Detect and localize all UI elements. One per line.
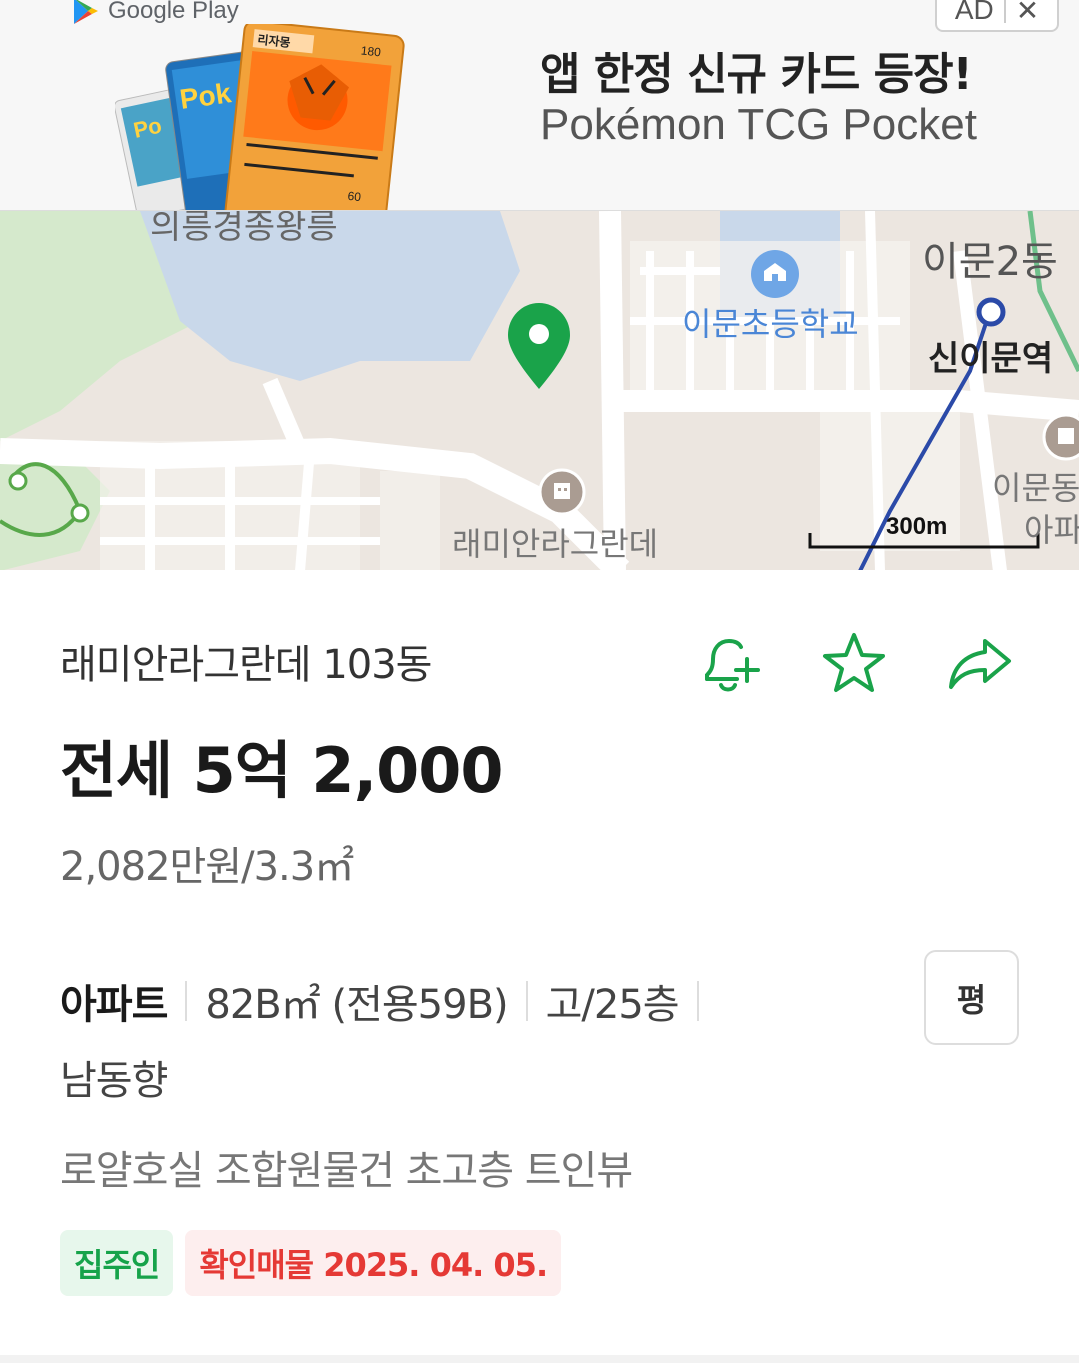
listing-detail: 래미안라그란데 103동 전세 5억 2,000 2,082만원/3.3㎡ 아파… [0,570,1079,1363]
ad-title[interactable]: 앱 한정 신규 카드 등장! [540,38,973,102]
map-label-apt-line1: 이문동 [992,469,1079,507]
share-button[interactable] [942,626,1018,702]
map-label-royal-tomb: 의릉경종왕릉 [150,210,338,247]
map-view[interactable]: 의릉경종왕릉 이문2동 이문초등학교 신이문역 래미안라그란데 이문동 아파 3… [0,210,1079,570]
verified-tag: 확인매물 2025. 04. 05. [185,1230,562,1296]
pyeong-toggle-button[interactable]: 평 [924,950,1019,1045]
spec-divider [185,981,188,1021]
share-icon[interactable] [945,629,1015,699]
property-type: 아파트 [60,982,168,1028]
ad-badge-divider [1003,0,1006,23]
station-marker-icon [976,297,1006,327]
map-scale-label: 300m [886,513,948,540]
apartment-icon [538,468,586,516]
unit-price: 2,082만원/3.3㎡ [60,844,354,890]
bell-plus-icon[interactable] [693,629,763,699]
close-icon[interactable]: ✕ [1016,0,1039,27]
ad-label: AD [954,0,994,25]
listing-specs: 아파트 82B㎡ (전용59B) 고/25층 [60,972,717,1030]
ad-badge[interactable]: AD ✕ [935,0,1059,32]
spec-divider [525,981,528,1021]
property-direction: 남동향 [60,1058,168,1104]
map-label-apt-line2: 아파 [1024,511,1079,549]
map-label-station: 신이문역 [928,339,1054,379]
property-area: 82B㎡ (전용59B) [205,982,508,1028]
ad-banner[interactable]: Google Play AD ✕ Po Pok 리자몽 180 60 앱 한정 … [0,0,1079,210]
alert-button[interactable] [690,626,766,702]
google-play-badge: Google Play [70,0,239,26]
map-label-dong: 이문2동 [922,239,1058,285]
listing-price: 전세 5억 2,000 [60,734,504,807]
property-floor: 고/25층 [545,982,680,1028]
favorite-button[interactable] [816,626,892,702]
ad-subtitle[interactable]: Pokémon TCG Pocket [540,100,977,150]
listing-description: 로얄호실 조합원물건 초고층 트인뷰 [60,1148,633,1194]
pokemon-cards-image: Po Pok 리자몽 180 60 [115,24,405,210]
google-play-label: Google Play [108,0,239,24]
spec-divider [696,981,699,1021]
star-icon[interactable] [819,629,889,699]
map-label-complex: 래미안라그란데 [452,525,659,563]
listing-tags: 집주인 확인매물 2025. 04. 05. [60,1230,562,1296]
card-hp: 180 [360,43,382,59]
school-icon [751,250,799,298]
complex-name[interactable]: 래미안라그란데 103동 [60,632,432,690]
card-damage: 60 [347,189,362,204]
apartment-icon-right [1042,413,1079,461]
owner-tag: 집주인 [60,1230,174,1296]
bottom-divider [0,1355,1079,1363]
google-play-icon [74,0,98,24]
map-label-school: 이문초등학교 [682,305,859,343]
